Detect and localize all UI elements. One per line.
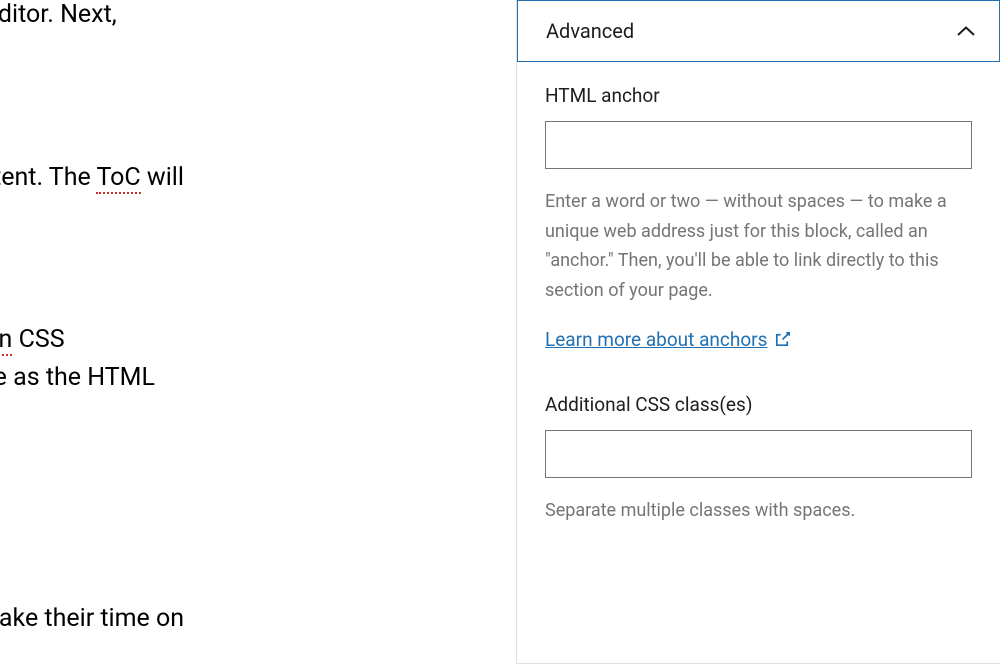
additional-css-field: Additional CSS class(es) Separate multip… (545, 393, 972, 526)
additional-css-label: Additional CSS class(es) (545, 393, 972, 416)
content-fragment: ontent. The ToC will (0, 159, 184, 197)
html-anchor-help: Enter a word or two — without spaces — t… (545, 187, 972, 306)
editor-content[interactable]: ck Editor. Next, ontent. The ToC will oc… (0, 0, 517, 664)
html-anchor-field: HTML anchor Enter a word or two — withou… (545, 84, 972, 351)
content-fragment: ck Editor. Next, (0, 0, 117, 34)
content-fragment: make their time on (0, 600, 184, 638)
spellcheck-word[interactable]: oc-hidden (0, 325, 12, 356)
panel-title: Advanced (546, 19, 634, 43)
learn-more-label: Learn more about anchors (545, 328, 767, 351)
learn-more-anchors-link[interactable]: Learn more about anchors (545, 328, 792, 351)
html-anchor-input[interactable] (545, 121, 972, 169)
advanced-panel-toggle[interactable]: Advanced (517, 0, 1000, 62)
additional-css-help: Separate multiple classes with spaces. (545, 496, 972, 526)
content-fragment: ace as the HTML (0, 359, 155, 397)
block-settings-sidebar: Advanced HTML anchor Enter a word or two… (516, 0, 1000, 664)
content-fragment: oc-hidden CSS (0, 321, 65, 359)
html-anchor-label: HTML anchor (545, 84, 972, 107)
chevron-up-icon (957, 26, 975, 37)
additional-css-input[interactable] (545, 430, 972, 478)
external-link-icon (773, 330, 792, 349)
advanced-panel-body: HTML anchor Enter a word or two — withou… (517, 62, 1000, 545)
spellcheck-word[interactable]: ToC (96, 163, 140, 194)
